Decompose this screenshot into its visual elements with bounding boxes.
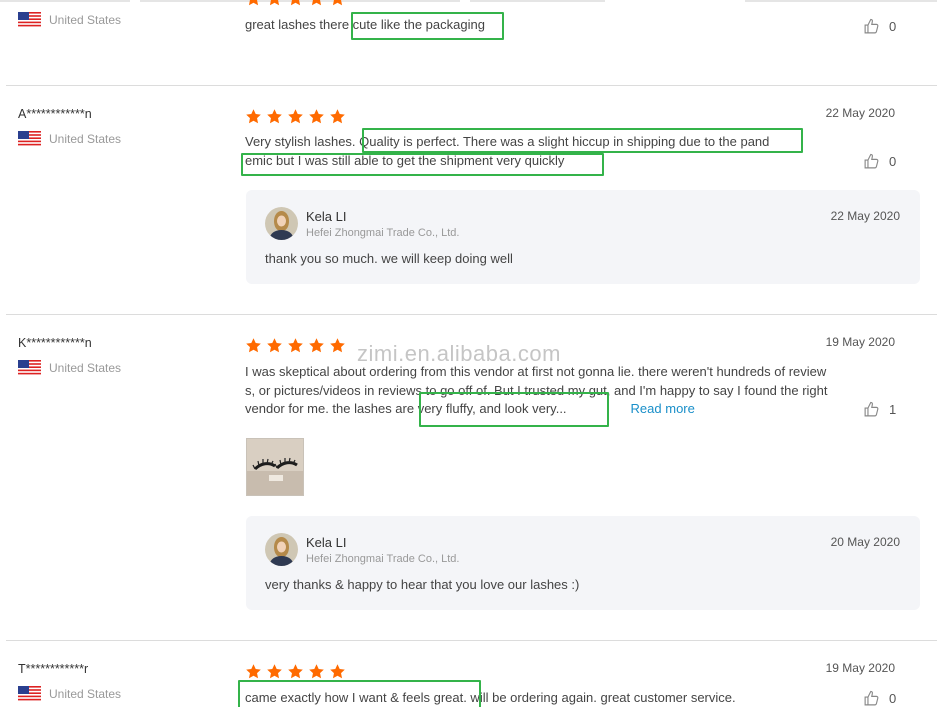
review-divider: [6, 85, 937, 86]
review-photo-thumbnail[interactable]: [246, 438, 304, 496]
review-date: 19 May 2020: [825, 661, 895, 675]
like-count: 0: [889, 154, 897, 169]
star-icon: [309, 664, 324, 679]
avatar: [265, 207, 298, 240]
highlight-box: [238, 680, 481, 707]
seller-reply: Kela LI Hefei Zhongmai Trade Co., Ltd. 2…: [246, 516, 920, 610]
review-divider: [6, 314, 937, 315]
star-icon: [246, 664, 261, 679]
star-icon: [330, 338, 345, 353]
star-icon: [267, 338, 282, 353]
country-name: United States: [49, 131, 122, 146]
star-icon: [288, 109, 303, 124]
rating-stars: [245, 108, 346, 125]
thumbs-up-icon: [864, 153, 879, 169]
country-name: United States: [49, 360, 122, 375]
us-flag-icon: [18, 360, 41, 375]
star-icon: [311, 0, 322, 6]
reviewer-name: T************r: [18, 662, 89, 676]
review-text: great lashes there cute like the packagi…: [245, 17, 485, 32]
seller-reply: Kela LI Hefei Zhongmai Trade Co., Ltd. 2…: [246, 190, 920, 284]
seller-name: Kela LI: [306, 209, 347, 224]
star-icon: [267, 664, 282, 679]
star-icon: [288, 338, 303, 353]
star-icon: [309, 109, 324, 124]
star-icon: [267, 109, 282, 124]
watermark: zimi.en.alibaba.com: [357, 341, 561, 366]
like-count: 1: [889, 402, 897, 417]
reviewer-country: United States: [18, 12, 121, 27]
seller-company: Hefei Zhongmai Trade Co., Ltd.: [306, 553, 460, 565]
seller-name: Kela LI: [306, 535, 347, 550]
reply-date: 20 May 2020: [830, 535, 900, 549]
review-date: 19 May 2020: [825, 335, 895, 349]
thumbs-up-icon: [864, 401, 879, 417]
reply-text: very thanks & happy to hear that you lov…: [265, 577, 580, 592]
review-divider: [6, 640, 937, 641]
star-icon: [248, 0, 259, 6]
reply-text: thank you so much. we will keep doing we…: [265, 251, 513, 266]
country-name: United States: [49, 686, 122, 701]
like-count: 0: [889, 691, 897, 706]
like-button[interactable]: 0: [863, 690, 896, 707]
highlight-box: [419, 392, 609, 427]
reviewer-name: K************n: [18, 336, 92, 350]
star-icon: [288, 664, 303, 679]
reviewer-country: United States: [18, 360, 121, 375]
rating-stars: [245, 0, 346, 7]
like-count: 0: [889, 19, 897, 34]
thumbs-up-icon: [864, 18, 879, 34]
star-icon: [269, 0, 280, 6]
highlight-box: [362, 128, 803, 153]
us-flag-icon: [18, 131, 41, 146]
like-button[interactable]: 0: [863, 18, 896, 35]
reply-date: 22 May 2020: [830, 209, 900, 223]
us-flag-icon: [18, 12, 41, 27]
thumbs-up-icon: [864, 690, 879, 706]
read-more-link[interactable]: Read more: [631, 401, 695, 416]
rating-stars: [245, 663, 346, 680]
avatar: [265, 533, 298, 566]
top-tab-edge: [0, 0, 937, 3]
star-icon: [332, 0, 343, 6]
star-icon: [246, 109, 261, 124]
star-icon: [330, 109, 345, 124]
country-name: United States: [49, 12, 122, 27]
review-date: 22 May 2020: [825, 106, 895, 120]
like-button[interactable]: 1: [863, 401, 896, 418]
like-button[interactable]: 0: [863, 153, 896, 170]
star-icon: [246, 338, 261, 353]
star-icon: [309, 338, 324, 353]
reviewer-name: A************n: [18, 107, 92, 121]
rating-stars: [245, 337, 346, 354]
reviewer-country: United States: [18, 131, 121, 146]
seller-company: Hefei Zhongmai Trade Co., Ltd.: [306, 227, 460, 239]
reviewer-country: United States: [18, 686, 121, 701]
highlight-box: [351, 12, 504, 40]
highlight-box: [241, 153, 604, 176]
us-flag-icon: [18, 686, 41, 701]
star-icon: [290, 0, 301, 6]
star-icon: [330, 664, 345, 679]
